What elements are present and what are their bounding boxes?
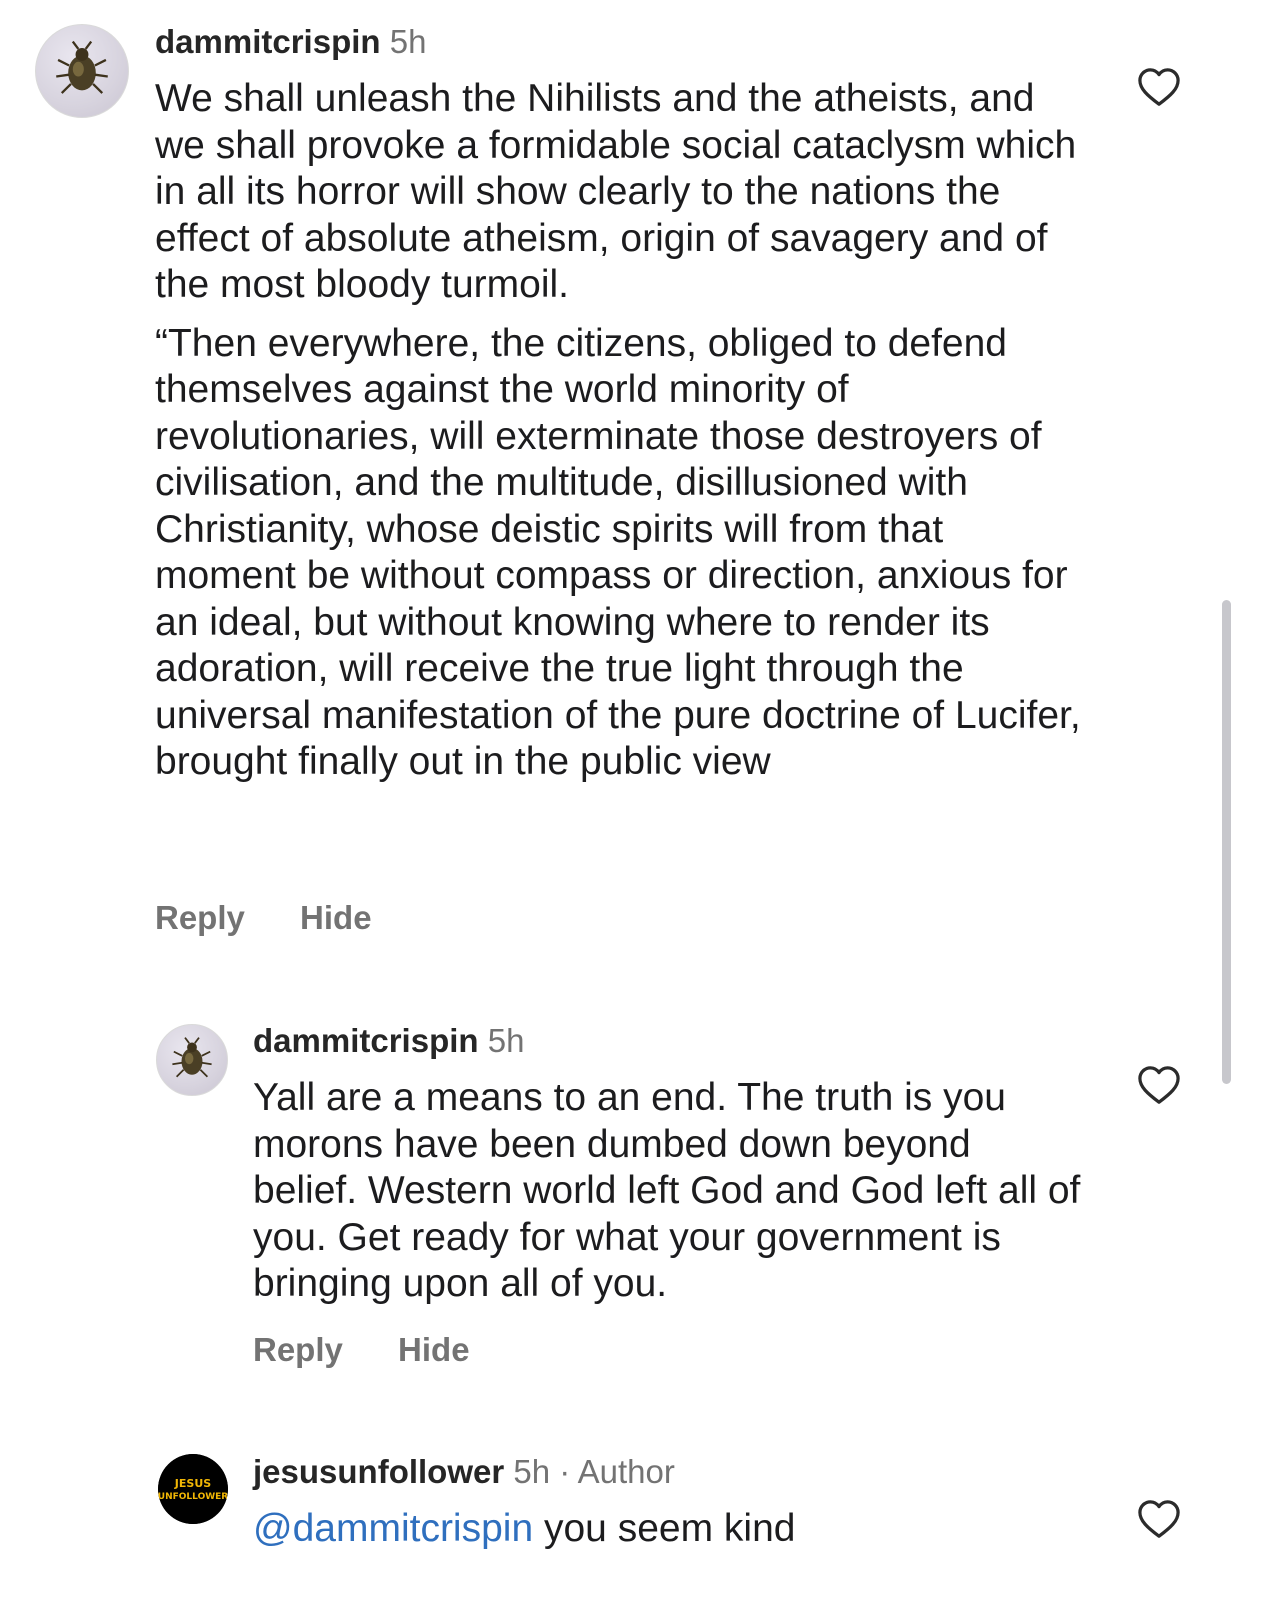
reply-button[interactable]: Reply <box>155 899 245 936</box>
comment-paragraph: Yall are a means to an end. The truth is… <box>253 1076 1081 1305</box>
comment-2: dammitcrispin 5h Yall are a means to an … <box>0 1000 1284 1420</box>
comment-header: dammitcrispin 5h <box>155 22 426 62</box>
comment-paragraph: @dammitcrispin you seem kind <box>253 1506 1083 1553</box>
username[interactable]: dammitcrispin <box>155 23 381 60</box>
hide-button[interactable]: Hide <box>398 1331 470 1368</box>
author-badge: Author <box>577 1453 675 1490</box>
scrollbar[interactable] <box>1222 600 1231 1084</box>
like-heart-icon[interactable] <box>1136 1064 1182 1106</box>
timestamp: 5h <box>389 23 427 60</box>
comment-text: We shall unleash the Nihilists and the a… <box>155 76 1085 786</box>
logo-line-1: JESUS <box>174 1477 211 1490</box>
like-heart-icon[interactable] <box>1136 1498 1182 1540</box>
mention-link[interactable]: @dammitcrispin <box>253 1507 533 1550</box>
comment-3: JESUS UNFOLLOWER jesusunfollower 5h · Au… <box>0 1420 1284 1624</box>
comment-paragraph: We shall unleash the Nihilists and the a… <box>155 77 1077 306</box>
comment-actions: Reply Hide <box>155 898 372 938</box>
brand-avatar[interactable]: JESUS UNFOLLOWER <box>158 1454 228 1524</box>
beetle-avatar-icon <box>56 40 108 94</box>
timestamp: 5h <box>487 1022 525 1059</box>
logo-line-2: UNFOLLOWER <box>158 1492 228 1502</box>
timestamp: 5h <box>513 1453 551 1490</box>
beetle-avatar-icon <box>172 1037 212 1078</box>
reply-button[interactable]: Reply <box>253 1331 343 1368</box>
comment-text: @dammitcrispin you seem kind <box>253 1506 1083 1553</box>
comment-text: Yall are a means to an end. The truth is… <box>253 1075 1083 1308</box>
user-avatar[interactable] <box>35 24 129 118</box>
comment-header: dammitcrispin 5h <box>253 1021 524 1061</box>
comment-1: dammitcrispin 5h We shall unleash the Ni… <box>0 0 1284 1000</box>
comment-body-text: you seem kind <box>533 1507 796 1550</box>
like-heart-icon[interactable] <box>1136 66 1182 108</box>
comment-actions: Reply Hide <box>253 1330 470 1370</box>
comment-paragraph: “Then everywhere, the citizens, obliged … <box>155 321 1081 784</box>
hide-button[interactable]: Hide <box>300 899 372 936</box>
username[interactable]: jesusunfollower <box>253 1453 504 1490</box>
username[interactable]: dammitcrispin <box>253 1022 479 1059</box>
separator-dot: · <box>559 1453 571 1490</box>
jesus-unfollower-logo: JESUS UNFOLLOWER <box>158 1454 228 1524</box>
comment-header: jesusunfollower 5h · Author <box>253 1452 675 1492</box>
user-avatar[interactable] <box>156 1024 228 1096</box>
